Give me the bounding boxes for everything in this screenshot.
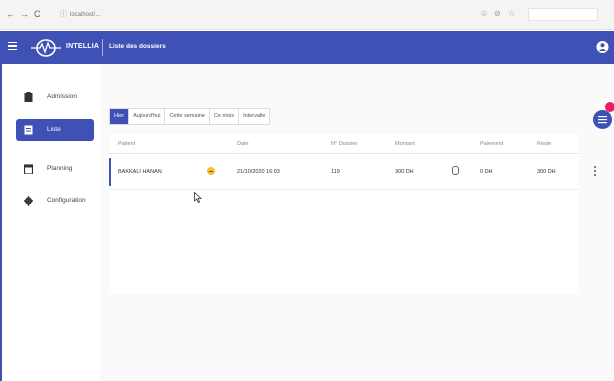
cell-montant: 300 DH [395, 169, 414, 175]
sidebar-item-label: Configuration [47, 197, 86, 204]
cell-patient: BAKKALI HANAN [118, 169, 162, 175]
column-header-paiement[interactable]: Paiement [480, 141, 503, 147]
reload-icon[interactable]: C [34, 9, 41, 19]
sidebar-item-label: Planning [47, 165, 73, 172]
tab-ce-mois[interactable]: Ce mois [210, 109, 240, 124]
url-text: localhost/... [70, 12, 101, 18]
main-content: Hier Aujourd'hui Cette semaine Ce mois I… [100, 64, 614, 381]
tab-aujourdhui[interactable]: Aujourd'hui [129, 109, 166, 124]
tab-cette-semaine[interactable]: Cette semaine [165, 109, 210, 124]
sidebar: Admission Liste Planning Configuration [2, 64, 100, 381]
column-header-montant[interactable]: Montant [395, 141, 415, 147]
brand-logo [31, 39, 61, 57]
sidebar-item-admission[interactable]: Admission [16, 86, 94, 108]
payment-info-icon[interactable] [452, 166, 459, 175]
browser-profile-field[interactable] [528, 8, 598, 21]
smiley-icon [207, 167, 215, 175]
sidebar-item-configuration[interactable]: Configuration [16, 190, 94, 212]
address-bar[interactable]: ⓘ localhost/... [60, 8, 180, 21]
sidebar-item-label: Admission [47, 93, 77, 100]
cell-reste: 300 DH [537, 169, 556, 175]
tab-intervalle[interactable]: Intervalle [239, 109, 269, 124]
account-icon[interactable] [596, 40, 609, 54]
sidebar-item-liste[interactable]: Liste [16, 119, 94, 141]
column-header-date[interactable]: Date [237, 141, 249, 147]
back-arrow-icon[interactable]: ← [6, 9, 15, 19]
cell-dossier: 119 [331, 169, 340, 175]
sliders-icon [598, 116, 607, 124]
dossiers-table: Patient Date N° Dossier Montant Paiement… [109, 134, 596, 294]
row-status-marker [109, 158, 111, 186]
gear-icon [24, 196, 33, 206]
table-header: Patient Date N° Dossier Montant Paiement… [109, 134, 579, 154]
info-circle-icon: ⓘ [60, 11, 67, 18]
header-divider [102, 39, 103, 56]
sidebar-item-label: Liste [47, 126, 61, 133]
filter-fab-button[interactable] [593, 110, 612, 129]
bookmark-star-icon[interactable]: ☆ [508, 9, 515, 19]
forward-arrow-icon[interactable]: → [20, 9, 29, 19]
column-header-reste[interactable]: Reste [537, 141, 551, 147]
cell-paiement: 0 DH [480, 169, 493, 175]
cell-date: 21/10/2020 16:03 [237, 169, 280, 175]
page-title: Liste des dossiers [109, 43, 166, 50]
mouse-cursor-icon [194, 192, 202, 203]
sidebar-item-planning[interactable]: Planning [16, 158, 94, 180]
list-icon [24, 125, 33, 135]
column-header-dossier[interactable]: N° Dossier [331, 141, 357, 147]
column-header-patient[interactable]: Patient [118, 141, 135, 147]
clipboard-icon [24, 92, 33, 102]
date-filter-tabs: Hier Aujourd'hui Cette semaine Ce mois I… [109, 108, 271, 125]
brand-name: INTELLIA [66, 43, 100, 50]
notification-badge [605, 102, 614, 112]
calendar-icon [24, 164, 33, 174]
row-more-vertical-icon[interactable] [594, 166, 597, 178]
table-row[interactable]: BAKKALI HANAN 21/10/2020 16:03 119 300 D… [109, 154, 596, 190]
app-header: INTELLIA Liste des dossiers [0, 31, 614, 64]
browser-toolbar: ← → C ⓘ localhost/... ☺ ⊘ ☆ [0, 0, 614, 30]
tab-hier[interactable]: Hier [110, 109, 130, 124]
hamburger-menu-icon[interactable] [8, 42, 17, 51]
extensions-icon[interactable]: ⊘ [494, 9, 501, 19]
reader-icon[interactable]: ☺ [480, 9, 488, 19]
